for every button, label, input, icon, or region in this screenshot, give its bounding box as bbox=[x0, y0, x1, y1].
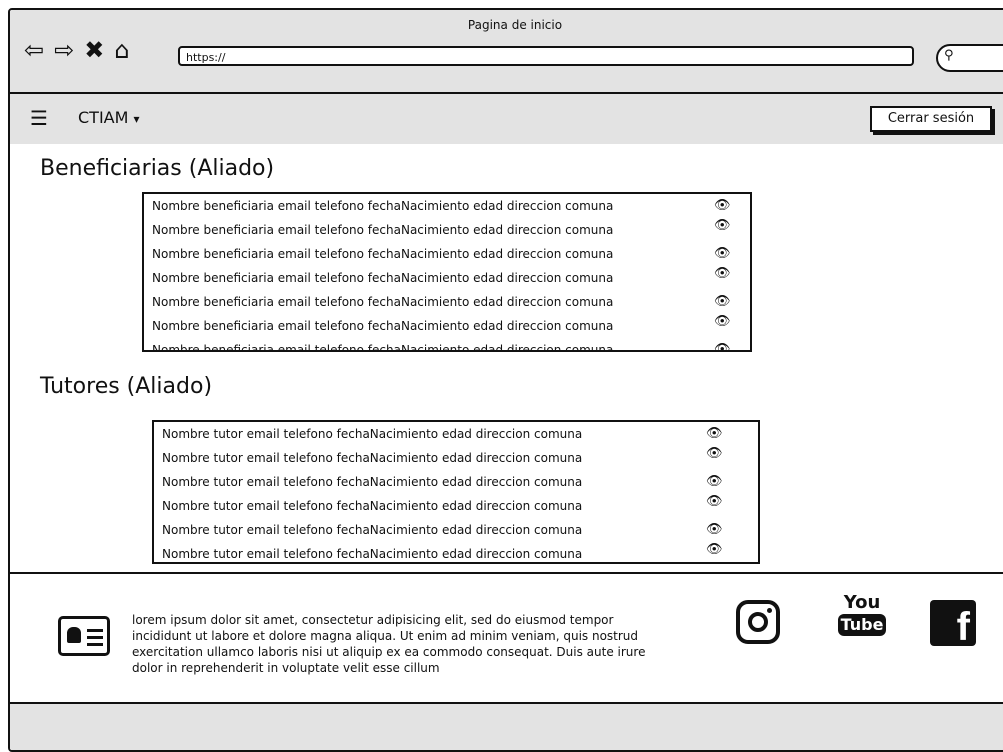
eye-icon[interactable]: 👁 bbox=[714, 343, 731, 350]
list-item-text: Nombre tutor email telefono fechaNacimie… bbox=[162, 547, 583, 561]
eye-icon[interactable]: 👁 bbox=[714, 247, 731, 260]
brand-label: CTIAM bbox=[78, 108, 129, 127]
list-item-text: Nombre beneficiaria email telefono fecha… bbox=[152, 247, 614, 261]
list-item: Nombre beneficiaria email telefono fecha… bbox=[144, 218, 750, 242]
list-item: Nombre beneficiaria email telefono fecha… bbox=[144, 290, 750, 314]
eye-icon[interactable]: 👁 bbox=[706, 543, 723, 556]
eye-icon[interactable]: 👁 bbox=[714, 295, 731, 308]
eye-icon[interactable]: 👁 bbox=[706, 475, 723, 488]
list-item-text: Nombre beneficiaria email telefono fecha… bbox=[152, 295, 614, 309]
list-item-text: Nombre beneficiaria email telefono fecha… bbox=[152, 319, 614, 333]
youtube-top-text: You bbox=[843, 592, 881, 613]
logout-button[interactable]: Cerrar sesión bbox=[870, 106, 992, 132]
list-item-text: Nombre tutor email telefono fechaNacimie… bbox=[162, 523, 583, 537]
url-bar[interactable]: https:// bbox=[178, 46, 914, 66]
beneficiarias-heading: Beneficiarias (Aliado) bbox=[40, 156, 275, 181]
eye-icon[interactable]: 👁 bbox=[714, 315, 731, 328]
eye-icon[interactable]: 👁 bbox=[706, 495, 723, 508]
list-item: Nombre tutor email telefono fechaNacimie… bbox=[154, 470, 758, 494]
brand-dropdown[interactable]: CTIAM ▾ bbox=[78, 108, 140, 127]
list-item-text: Nombre tutor email telefono fechaNacimie… bbox=[162, 499, 583, 513]
list-item-text: Nombre beneficiaria email telefono fecha… bbox=[152, 223, 614, 237]
footer-text: lorem ipsum dolor sit amet, consectetur … bbox=[132, 613, 646, 675]
list-item: Nombre beneficiaria email telefono fecha… bbox=[144, 242, 750, 266]
beneficiarias-list[interactable]: Nombre beneficiaria email telefono fecha… bbox=[142, 192, 752, 352]
youtube-icon[interactable]: You Tube bbox=[836, 594, 888, 636]
eye-icon[interactable]: 👁 bbox=[714, 199, 731, 212]
window-title: Pagina de inicio bbox=[467, 18, 563, 32]
list-item: Nombre tutor email telefono fechaNacimie… bbox=[154, 494, 758, 518]
list-item: Nombre beneficiaria email telefono fecha… bbox=[144, 266, 750, 290]
browser-window: Pagina de inicio ⇦ ⇨ ✖ ⌂ https:// ⚲ ☰ CT… bbox=[8, 8, 1003, 752]
list-item: Nombre tutor email telefono fechaNacimie… bbox=[154, 518, 758, 542]
facebook-icon[interactable]: f bbox=[930, 600, 976, 649]
eye-icon[interactable]: 👁 bbox=[706, 523, 723, 536]
forward-arrow-icon[interactable]: ⇨ bbox=[54, 38, 74, 62]
list-item: Nombre beneficiaria email telefono fecha… bbox=[144, 194, 750, 218]
list-item-text: Nombre beneficiaria email telefono fecha… bbox=[152, 271, 614, 285]
list-item: Nombre beneficiaria email telefono fecha… bbox=[144, 338, 750, 352]
list-item: Nombre tutor email telefono fechaNacimie… bbox=[154, 446, 758, 470]
list-item-text: Nombre tutor email telefono fechaNacimie… bbox=[162, 451, 583, 465]
search-icon: ⚲ bbox=[944, 48, 954, 63]
home-icon[interactable]: ⌂ bbox=[114, 38, 129, 62]
eye-icon[interactable]: 👁 bbox=[706, 447, 723, 460]
list-item: Nombre tutor email telefono fechaNacimie… bbox=[154, 422, 758, 446]
list-item-text: Nombre tutor email telefono fechaNacimie… bbox=[162, 427, 583, 441]
status-bar bbox=[10, 702, 1003, 750]
eye-icon[interactable]: 👁 bbox=[714, 267, 731, 280]
hamburger-icon[interactable]: ☰ bbox=[30, 106, 48, 130]
footer: lorem ipsum dolor sit amet, consectetur … bbox=[10, 572, 1003, 702]
list-item-text: Nombre beneficiaria email telefono fecha… bbox=[152, 343, 614, 352]
top-navbar: ☰ CTIAM ▾ Cerrar sesión bbox=[10, 94, 1003, 144]
eye-icon[interactable]: 👁 bbox=[706, 427, 723, 440]
id-card-icon bbox=[58, 616, 110, 656]
eye-icon[interactable]: 👁 bbox=[714, 219, 731, 232]
search-field[interactable]: ⚲ bbox=[936, 44, 1003, 72]
tutores-list[interactable]: Nombre tutor email telefono fechaNacimie… bbox=[152, 420, 760, 564]
back-arrow-icon[interactable]: ⇦ bbox=[24, 38, 44, 62]
close-icon[interactable]: ✖ bbox=[84, 38, 104, 62]
chevron-down-icon: ▾ bbox=[133, 112, 140, 126]
list-item-text: Nombre beneficiaria email telefono fecha… bbox=[152, 199, 614, 213]
nav-buttons: ⇦ ⇨ ✖ ⌂ bbox=[24, 38, 130, 62]
list-item: Nombre beneficiaria email telefono fecha… bbox=[144, 314, 750, 338]
facebook-letter: f bbox=[956, 605, 970, 649]
youtube-bottom-text: Tube bbox=[837, 614, 887, 636]
browser-chrome: Pagina de inicio ⇦ ⇨ ✖ ⌂ https:// ⚲ bbox=[10, 10, 1003, 94]
list-item: Nombre tutor email telefono fechaNacimie… bbox=[154, 542, 758, 562]
instagram-icon[interactable] bbox=[736, 600, 780, 644]
tutores-heading: Tutores (Aliado) bbox=[40, 374, 213, 399]
list-item-text: Nombre tutor email telefono fechaNacimie… bbox=[162, 475, 583, 489]
